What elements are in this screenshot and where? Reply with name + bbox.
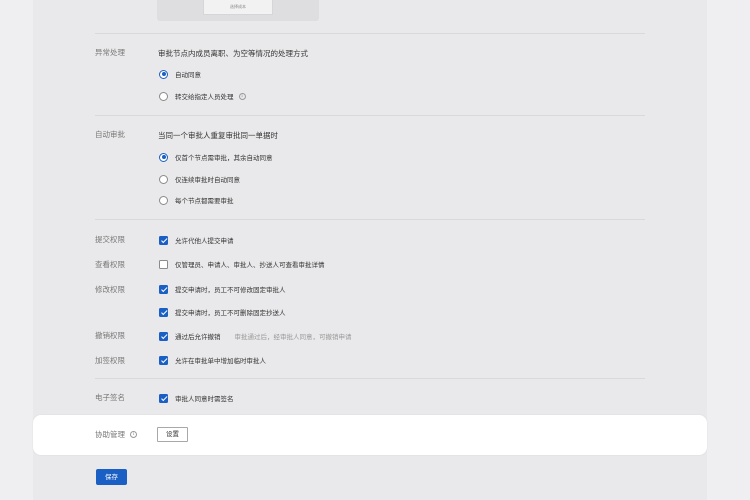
checkbox-submit-for-others[interactable]: 允许代他人提交申请: [159, 234, 234, 246]
radio-label: 自动同意: [175, 71, 201, 79]
radio-icon[interactable]: [159, 195, 168, 205]
checkbox-label: 允许代他人提交申请: [175, 237, 234, 245]
radio-icon[interactable]: [159, 174, 168, 184]
checkbox-icon[interactable]: [159, 284, 168, 294]
radio-icon[interactable]: [159, 91, 168, 101]
checkbox-require-signature[interactable]: 审批人同意时需签名: [159, 392, 234, 404]
checkbox-icon[interactable]: [159, 307, 168, 317]
divider: [95, 378, 645, 379]
radio-auto-agree[interactable]: 自动同意: [159, 68, 201, 80]
checkbox-label: 提交申请时，员工不可修改固定审批人: [175, 286, 286, 294]
auto-approve-label: 自动审批: [95, 130, 125, 139]
assist-settings-button[interactable]: 设置: [157, 427, 188, 442]
checkbox-no-delete-cc[interactable]: 提交申请时，员工不可删除固定抄送人: [159, 306, 286, 318]
radio-label: 每个节点都需要审批: [175, 197, 234, 205]
checkbox-label: 提交申请时，员工不可删除固定抄送人: [175, 309, 286, 317]
checkbox-view-restricted[interactable]: 仅管理员、申请人、审批人、抄送人可查看审批详情: [159, 258, 325, 270]
view-permission-label: 查看权限: [95, 260, 125, 269]
exception-desc: 审批节点内成员离职、为空等情况的处理方式: [158, 49, 308, 58]
auto-approve-desc: 当同一个审批人重复审批同一单据时: [158, 131, 278, 140]
save-button[interactable]: 保存: [96, 469, 127, 485]
checkbox-icon[interactable]: [159, 259, 168, 269]
divider: [95, 115, 645, 116]
checkbox-label: 仅管理员、申请人、审批人、抄送人可查看审批详情: [175, 261, 325, 269]
esign-label: 电子签名: [95, 393, 125, 402]
radio-label: 仅首个节点需审批，其余自动同意: [175, 154, 273, 162]
radio-icon[interactable]: [159, 152, 168, 162]
exception-label: 异常处理: [95, 48, 125, 57]
preview-button: 选择成本: [203, 0, 273, 15]
info-icon[interactable]: i: [130, 431, 137, 438]
assist-label: 协助管理: [95, 430, 125, 439]
checkbox-label: 允许在审批单中增加临时审批人: [175, 357, 266, 365]
radio-every-node[interactable]: 每个节点都需要审批: [159, 194, 234, 206]
radio-transfer[interactable]: 转交给指定人员处理 i: [159, 90, 246, 102]
assist-label-group: 协助管理 i: [95, 429, 137, 440]
checkbox-label: 通过后允许撤销: [175, 333, 221, 341]
submit-permission-label: 提交权限: [95, 235, 125, 244]
radio-first-node[interactable]: 仅首个节点需审批，其余自动同意: [159, 151, 273, 163]
checkbox-add-temp-approver[interactable]: 允许在审批单中增加临时审批人: [159, 354, 266, 366]
divider: [95, 219, 645, 220]
revoke-permission-label: 撤销权限: [95, 331, 125, 340]
form-preview-thumbnail: 选择成本: [157, 0, 319, 21]
assist-management-row: 协助管理 i 设置: [33, 415, 707, 455]
checkbox-icon[interactable]: [159, 355, 168, 365]
divider: [95, 33, 645, 34]
add-sign-permission-label: 加签权限: [95, 356, 125, 365]
checkbox-allow-revoke[interactable]: 通过后允许撤销 审批通过后，经审批人同意，可撤销申请: [159, 330, 352, 342]
radio-consecutive[interactable]: 仅连续审批时自动同意: [159, 173, 240, 185]
radio-label: 转交给指定人员处理: [175, 93, 234, 101]
modify-permission-label: 修改权限: [95, 285, 125, 294]
checkbox-label: 审批人同意时需签名: [175, 395, 234, 403]
checkbox-icon[interactable]: [159, 331, 168, 341]
info-icon[interactable]: i: [238, 92, 246, 100]
revoke-hint: 审批通过后，经审批人同意，可撤销申请: [234, 333, 352, 341]
checkbox-no-modify-approver[interactable]: 提交申请时，员工不可修改固定审批人: [159, 283, 286, 295]
checkbox-icon[interactable]: [159, 393, 168, 403]
radio-label: 仅连续审批时自动同意: [175, 176, 240, 184]
radio-icon[interactable]: [159, 69, 168, 79]
checkbox-icon[interactable]: [159, 235, 168, 245]
